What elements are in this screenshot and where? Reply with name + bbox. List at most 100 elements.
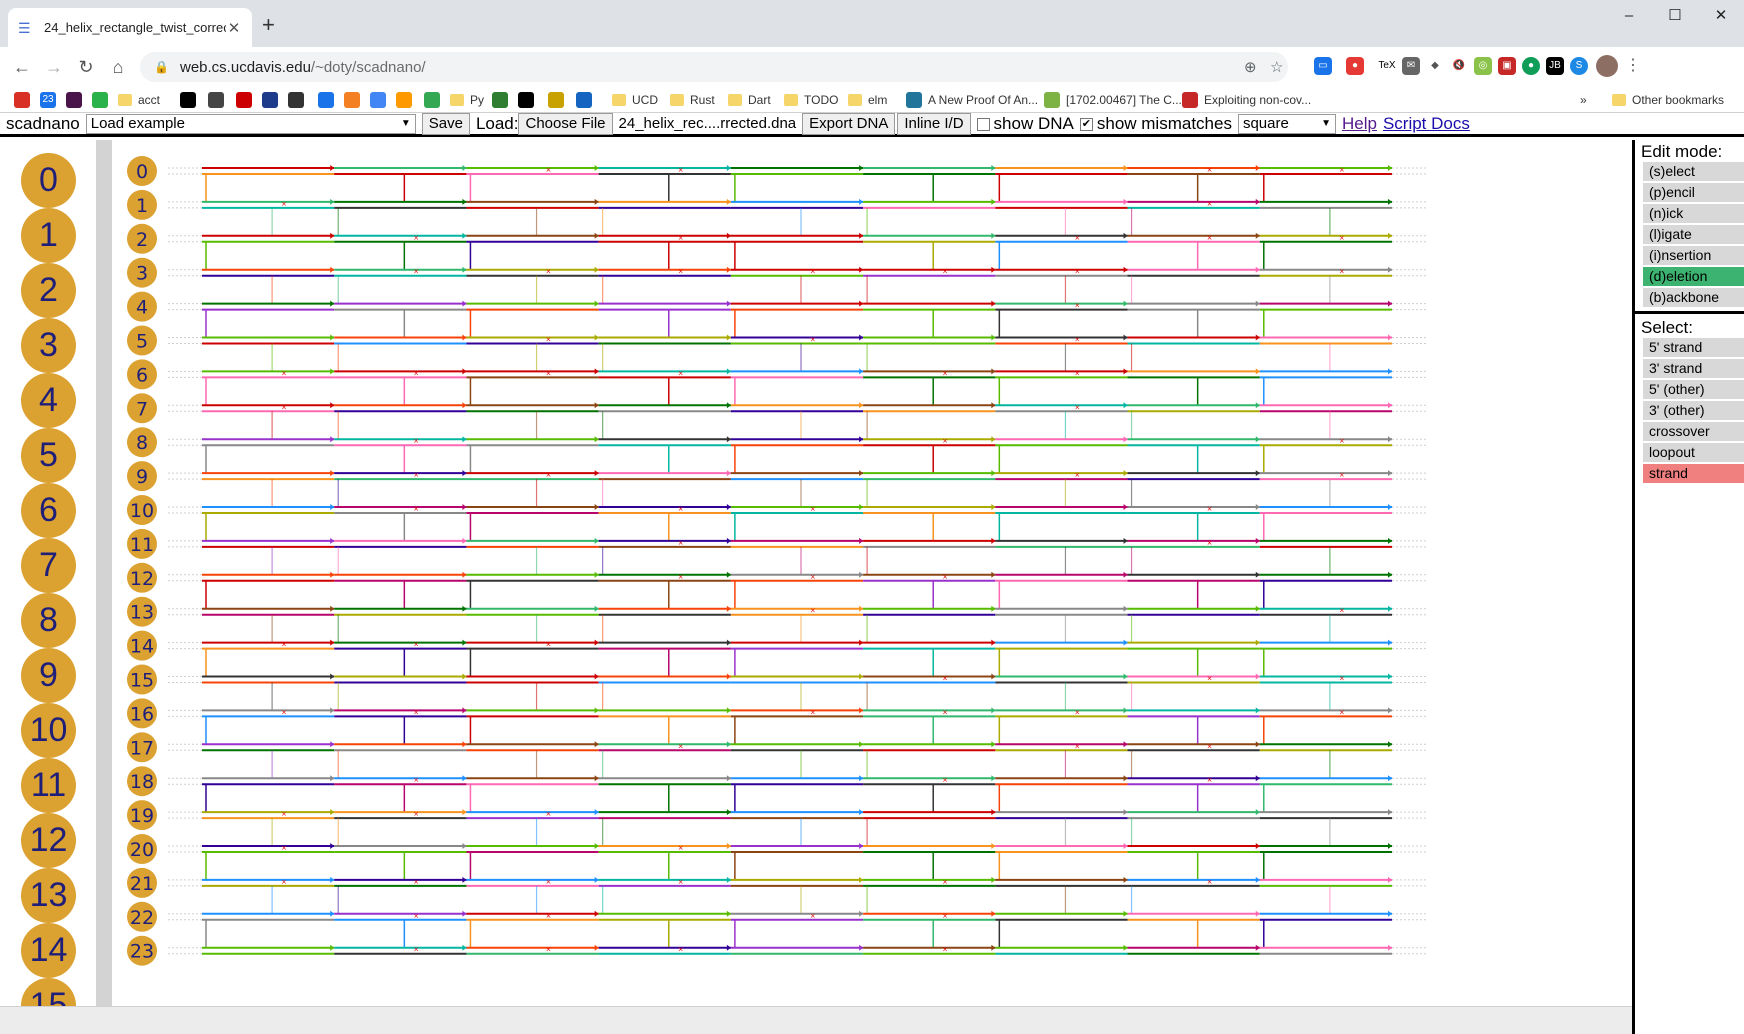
strand-3prime-21-5[interactable] (991, 876, 996, 883)
bookmark-ucd[interactable]: UCD (612, 91, 658, 109)
mismatch-mark-22-1[interactable]: × (413, 912, 419, 920)
strand-3prime-6-6[interactable] (1123, 368, 1128, 375)
bookmark-bbc[interactable] (180, 91, 202, 109)
back-icon[interactable]: ← (10, 55, 34, 79)
strand-3prime-10-5[interactable] (991, 504, 996, 510)
strand-3prime-11-2[interactable] (594, 537, 599, 544)
main-helix-label-23[interactable]: 23 (130, 941, 154, 963)
strand-3prime-2-3[interactable] (726, 232, 731, 239)
main-helix-label-20[interactable]: 20 (130, 839, 154, 861)
strand-3prime-19-0[interactable] (330, 809, 335, 816)
strand-3prime-14-7[interactable] (1255, 639, 1260, 646)
browser-tab[interactable]: ☰ 24_helix_rectangle_twist_corrected ✕ (8, 8, 252, 47)
strand-3prime-20-4[interactable] (859, 843, 864, 849)
strand-3prime-1-2[interactable] (594, 198, 599, 205)
strand-3prime-11-6[interactable] (1123, 537, 1128, 544)
strand-3prime-5-0[interactable] (330, 334, 335, 341)
adblock-icon[interactable]: ● (1346, 57, 1364, 75)
main-helix-label-0[interactable]: 0 (136, 161, 148, 183)
strand-3prime-15-5[interactable] (991, 673, 996, 680)
mismatch-mark-20-3[interactable]: × (678, 844, 684, 852)
strand-3prime-17-1[interactable] (462, 741, 467, 748)
bookmark-gear-yellow[interactable] (548, 91, 570, 109)
strand-3prime-21-4[interactable] (859, 876, 864, 883)
strand-3prime-15-1[interactable] (462, 673, 467, 680)
strand-3prime-9-4[interactable] (859, 470, 864, 477)
strand-3prime-23-2[interactable] (594, 944, 599, 951)
strand-3prime-13-2[interactable] (594, 605, 599, 612)
strand-3prime-22-3[interactable] (726, 910, 731, 917)
mismatch-mark-22-5[interactable]: × (942, 912, 948, 920)
inline-id-button[interactable]: Inline I/D (897, 112, 971, 135)
mismatch-mark-16-8[interactable]: × (1339, 708, 1345, 716)
bookmark-leaf[interactable] (492, 91, 514, 109)
show-mismatches-checkbox[interactable]: ✔ (1079, 117, 1093, 131)
mail-icon[interactable]: ✉ (1402, 57, 1420, 75)
strand-3prime-15-4[interactable] (859, 673, 864, 680)
strand-3prime-19-3[interactable] (726, 809, 731, 816)
strand-3prime-5-2[interactable] (594, 334, 599, 341)
mismatch-mark-9-8[interactable]: × (1339, 471, 1345, 479)
bookmark-todo[interactable]: TODO (784, 91, 838, 109)
strand-3prime-4-8[interactable] (1388, 300, 1392, 307)
main-helix-label-10[interactable]: 10 (130, 500, 154, 522)
close-window-icon[interactable]: ✕ (1698, 0, 1744, 32)
main-helix-label-6[interactable]: 6 (136, 364, 148, 386)
bookmark-rust[interactable]: Rust (670, 91, 715, 109)
strand-3prime-18-8[interactable] (1388, 775, 1392, 782)
strand-3prime-10-3[interactable] (726, 504, 731, 510)
strand-3prime-17-8[interactable] (1388, 741, 1392, 748)
hangouts-icon[interactable]: ● (1522, 57, 1540, 75)
strand-3prime-22-0[interactable] (330, 910, 335, 917)
side-view-helix-8[interactable]: 8 (21, 593, 76, 648)
strand-3prime-21-0[interactable] (330, 876, 335, 883)
mismatch-mark-21-3[interactable]: × (678, 878, 684, 886)
strand-3prime-13-5[interactable] (991, 605, 996, 612)
side-view-helix-9[interactable]: 9 (21, 648, 76, 703)
strand-3prime-7-6[interactable] (1123, 402, 1128, 409)
bookmark-1702-00467-the-c[interactable]: [1702.00467] The C... (1044, 91, 1182, 109)
strand-3prime-16-1[interactable] (462, 707, 467, 714)
mismatch-mark-17-7[interactable]: × (1207, 742, 1213, 750)
strand-3prime-21-8[interactable] (1388, 876, 1392, 883)
screenshot-icon[interactable]: ▣ (1498, 57, 1516, 75)
strand-3prime-7-8[interactable] (1388, 402, 1392, 409)
bookmark-amazon[interactable] (396, 91, 418, 109)
strand-3prime-4-2[interactable] (594, 300, 599, 307)
strand-3prime-1-5[interactable] (991, 198, 996, 205)
strand-3prime-2-0[interactable] (330, 232, 335, 239)
bookmark-slack[interactable] (66, 91, 88, 109)
strand-3prime-19-7[interactable] (1255, 809, 1260, 816)
strand-3prime-9-3[interactable] (726, 470, 731, 477)
new-tab-button[interactable]: + (262, 12, 275, 38)
dropbox-icon[interactable]: ◆ (1426, 57, 1444, 75)
strand-3prime-13-8[interactable] (1388, 605, 1392, 612)
mismatch-mark-12-5[interactable]: × (942, 573, 948, 581)
strand-3prime-18-4[interactable] (859, 775, 864, 782)
mismatch-mark-6-5[interactable]: × (942, 369, 948, 377)
select-5-strand[interactable]: 5' strand (1643, 338, 1744, 357)
strand-3prime-3-5[interactable] (991, 266, 996, 273)
mismatch-mark-5-2[interactable]: × (545, 336, 551, 344)
mismatch-mark-18-1[interactable]: × (413, 776, 419, 784)
strand-3prime-5-6[interactable] (1123, 334, 1128, 341)
strand-3prime-2-4[interactable] (859, 232, 864, 239)
strand-3prime-4-4[interactable] (859, 300, 864, 307)
choose-file-button[interactable]: Choose File (518, 112, 613, 135)
mismatch-mark-18-5[interactable]: × (942, 776, 948, 784)
mismatch-mark-14-0[interactable]: × (281, 641, 287, 649)
strand-3prime-23-4[interactable] (859, 944, 864, 951)
strand-3prime-19-5[interactable] (991, 809, 996, 816)
save-button[interactable]: Save (421, 112, 470, 135)
zoom-icon[interactable]: ⊕ (1244, 58, 1257, 76)
main-helix-label-13[interactable]: 13 (130, 602, 154, 624)
strand-3prime-7-2[interactable] (594, 402, 599, 409)
strand-3prime-11-8[interactable] (1388, 537, 1392, 544)
strand-3prime-9-1[interactable] (462, 470, 467, 477)
grid-select[interactable]: square ▼ (1237, 113, 1336, 134)
strand-3prime-5-3[interactable] (726, 334, 731, 341)
strand-3prime-15-8[interactable] (1388, 673, 1392, 680)
strand-3prime-8-8[interactable] (1388, 436, 1392, 443)
main-helix-label-14[interactable]: 14 (130, 636, 154, 658)
strand-3prime-7-1[interactable] (462, 402, 467, 409)
